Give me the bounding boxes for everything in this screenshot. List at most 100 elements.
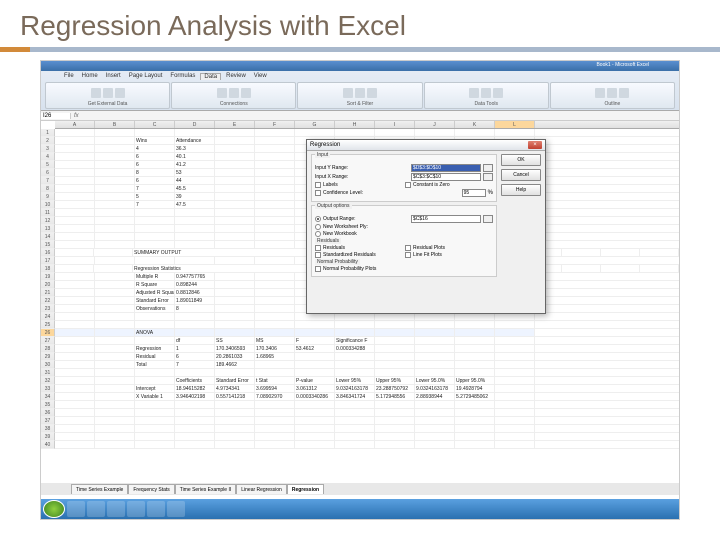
- cell[interactable]: 0.947757765: [175, 273, 215, 280]
- cell[interactable]: 9.0324163178: [415, 385, 455, 392]
- cell[interactable]: [95, 153, 135, 160]
- cell[interactable]: [375, 313, 415, 320]
- cell[interactable]: [255, 241, 295, 248]
- cell[interactable]: 5.2729485062: [455, 393, 495, 400]
- cell[interactable]: [95, 201, 135, 208]
- cell[interactable]: [135, 377, 175, 384]
- cell[interactable]: [415, 129, 455, 136]
- taskbar-icon[interactable]: [67, 501, 85, 517]
- cell[interactable]: [55, 329, 95, 336]
- ribbon-tab[interactable]: View: [251, 73, 270, 79]
- cell[interactable]: 0.8812846: [175, 289, 215, 296]
- ribbon-icon[interactable]: [343, 88, 353, 98]
- cell[interactable]: [55, 385, 95, 392]
- cell[interactable]: [335, 433, 375, 440]
- ribbon-icon[interactable]: [367, 88, 377, 98]
- cell[interactable]: [95, 313, 135, 320]
- cell-row[interactable]: [55, 425, 679, 433]
- cell[interactable]: Regression: [135, 345, 175, 352]
- cell[interactable]: [495, 425, 535, 432]
- cell[interactable]: 170.3406: [255, 345, 295, 352]
- cell[interactable]: [255, 401, 295, 408]
- cell[interactable]: 1.68965: [255, 353, 295, 360]
- cell[interactable]: [55, 433, 95, 440]
- cell[interactable]: [95, 385, 135, 392]
- cell[interactable]: [375, 129, 415, 136]
- cell[interactable]: [640, 249, 679, 256]
- help-button[interactable]: Help: [501, 184, 541, 196]
- row-header[interactable]: 8: [41, 185, 55, 193]
- taskbar-icon[interactable]: [107, 501, 125, 517]
- row-header[interactable]: 31: [41, 369, 55, 377]
- cell[interactable]: [255, 201, 295, 208]
- column-header[interactable]: D: [175, 121, 215, 128]
- column-header[interactable]: G: [295, 121, 335, 128]
- cell[interactable]: [135, 441, 175, 448]
- cell[interactable]: [55, 305, 95, 312]
- constzero-checkbox[interactable]: [405, 182, 411, 188]
- cell-row[interactable]: [55, 369, 679, 377]
- cell[interactable]: [55, 201, 95, 208]
- cell[interactable]: 3.846341724: [335, 393, 375, 400]
- cell[interactable]: [215, 433, 255, 440]
- cell[interactable]: [455, 409, 495, 416]
- cell[interactable]: [175, 433, 215, 440]
- cell[interactable]: [215, 329, 255, 336]
- cell[interactable]: 7.08902970: [255, 393, 295, 400]
- taskbar-icon[interactable]: [87, 501, 105, 517]
- cell[interactable]: [95, 145, 135, 152]
- cell[interactable]: [495, 361, 535, 368]
- row-header[interactable]: 33: [41, 385, 55, 393]
- row-header[interactable]: 36: [41, 409, 55, 417]
- cell[interactable]: [215, 321, 255, 328]
- cell[interactable]: [135, 369, 175, 376]
- cell-row[interactable]: [55, 313, 679, 321]
- cell[interactable]: [215, 169, 255, 176]
- cell[interactable]: 6: [175, 353, 215, 360]
- cell[interactable]: [495, 433, 535, 440]
- quick-access-toolbar[interactable]: Book1 - Microsoft Excel: [41, 61, 679, 71]
- cell[interactable]: [495, 377, 535, 384]
- column-header[interactable]: I: [375, 121, 415, 128]
- cell[interactable]: [215, 193, 255, 200]
- cell[interactable]: Wins: [135, 137, 175, 144]
- cell[interactable]: P-value: [295, 377, 335, 384]
- cell[interactable]: [95, 289, 135, 296]
- cell[interactable]: 7: [135, 201, 175, 208]
- cell[interactable]: [495, 129, 535, 136]
- cell[interactable]: [135, 401, 175, 408]
- cell[interactable]: [95, 401, 135, 408]
- cell[interactable]: [95, 441, 135, 448]
- column-header[interactable]: E: [215, 121, 255, 128]
- cell[interactable]: [55, 377, 95, 384]
- cell[interactable]: [335, 417, 375, 424]
- taskbar[interactable]: [41, 499, 679, 519]
- fx-icon[interactable]: fx: [71, 113, 82, 119]
- cell[interactable]: [55, 177, 95, 184]
- new-workbook-radio[interactable]: [315, 231, 321, 237]
- labels-checkbox[interactable]: [315, 182, 321, 188]
- cell[interactable]: [215, 185, 255, 192]
- cell[interactable]: [415, 433, 455, 440]
- cell[interactable]: [135, 417, 175, 424]
- row-header[interactable]: 6: [41, 169, 55, 177]
- ribbon-tab[interactable]: Review: [223, 73, 249, 79]
- ribbon-icon[interactable]: [217, 88, 227, 98]
- row-headers[interactable]: 1234567891011121314151617181920212223242…: [41, 129, 55, 449]
- cell[interactable]: 53.4612: [295, 345, 335, 352]
- cell[interactable]: [55, 217, 95, 224]
- cell[interactable]: [415, 313, 455, 320]
- cell-row[interactable]: Intercept18.946152824.97343413.6995943.0…: [55, 385, 679, 393]
- cell[interactable]: [375, 401, 415, 408]
- cell[interactable]: [255, 129, 295, 136]
- cell[interactable]: [55, 441, 95, 448]
- row-header[interactable]: 34: [41, 393, 55, 401]
- cell[interactable]: Lower 95%: [335, 377, 375, 384]
- cell[interactable]: [135, 321, 175, 328]
- cell-row[interactable]: [55, 321, 679, 329]
- cell-row[interactable]: [55, 129, 679, 137]
- cell[interactable]: 8: [135, 169, 175, 176]
- cell[interactable]: [255, 369, 295, 376]
- cell[interactable]: [455, 321, 495, 328]
- cell[interactable]: [375, 425, 415, 432]
